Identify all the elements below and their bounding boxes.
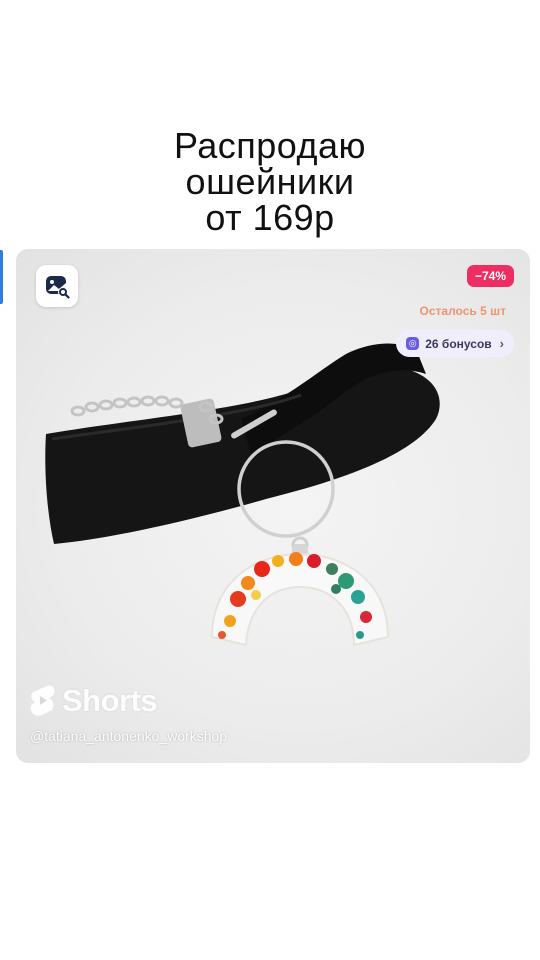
shorts-watermark: Shorts xyxy=(30,683,158,719)
image-search-button[interactable] xyxy=(36,265,78,307)
stock-remaining: Осталось 5 шт xyxy=(419,304,506,318)
chevron-right-icon: › xyxy=(499,336,504,351)
product-card[interactable]: −74% Осталось 5 шт ◎ 26 бонусов › Shorts… xyxy=(16,249,530,763)
discount-badge: −74% xyxy=(466,265,514,287)
bonus-coin-icon: ◎ xyxy=(406,337,420,350)
shorts-logo-icon xyxy=(30,685,55,716)
bonus-label: 26 бонусов xyxy=(425,336,492,351)
edge-marker xyxy=(0,250,3,304)
image-search-icon xyxy=(46,276,70,299)
shorts-label: Shorts xyxy=(62,683,158,718)
headline: Распродаю ошейники от 169р xyxy=(0,128,540,236)
channel-handle[interactable]: @tatiana_antonenko_workshop xyxy=(30,728,227,744)
headline-line-3: от 169р xyxy=(205,197,335,238)
headline-line-1: Распродаю xyxy=(173,125,367,166)
headline-line-2: ошейники xyxy=(185,161,355,202)
bonus-chip[interactable]: ◎ 26 бонусов › xyxy=(396,330,514,357)
